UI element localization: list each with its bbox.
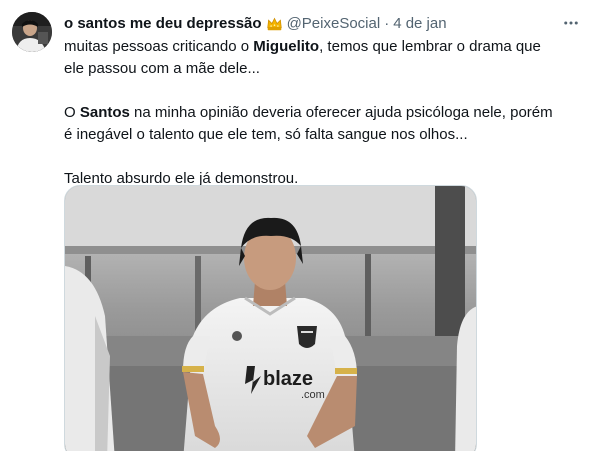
mention-santos: Santos [79,104,130,121]
paragraph-2-text-b: na minha opinião deveria oferecer ajuda … [64,104,553,143]
paragraph-1-text-a: muitas pessoas criticando o [64,38,254,55]
separator-dot: · [384,14,390,32]
user-handle[interactable]: @PeixeSocial [287,15,381,32]
tweet-paragraph-1: muitas pessoas criticando o Miguelito, t… [64,36,564,80]
sponsor-suffix-text: .com [301,389,325,401]
paragraph-2-text-a: O [64,104,80,121]
avatar-image [12,12,52,52]
tweet-header: o santos me deu depressão @PeixeSocial ·… [64,13,447,33]
tweet-card[interactable]: o santos me deu depressão @PeixeSocial ·… [0,0,606,451]
sponsor-brand-text: blaze [263,368,313,390]
more-options-icon[interactable] [560,12,582,34]
tweet-text: muitas pessoas criticando o Miguelito, t… [64,36,564,190]
avatar[interactable] [12,12,52,52]
crown-icon [266,15,283,32]
player-photo: blaze .com [65,186,476,451]
tweet-paragraph-2: O Santos na minha opinião deveria oferec… [64,102,564,146]
mention-miguelito: Miguelito [253,38,320,55]
timestamp[interactable]: 4 de jan [393,15,446,32]
display-name[interactable]: o santos me deu depressão [64,15,262,32]
tweet-media-photo[interactable]: blaze .com [64,185,477,451]
